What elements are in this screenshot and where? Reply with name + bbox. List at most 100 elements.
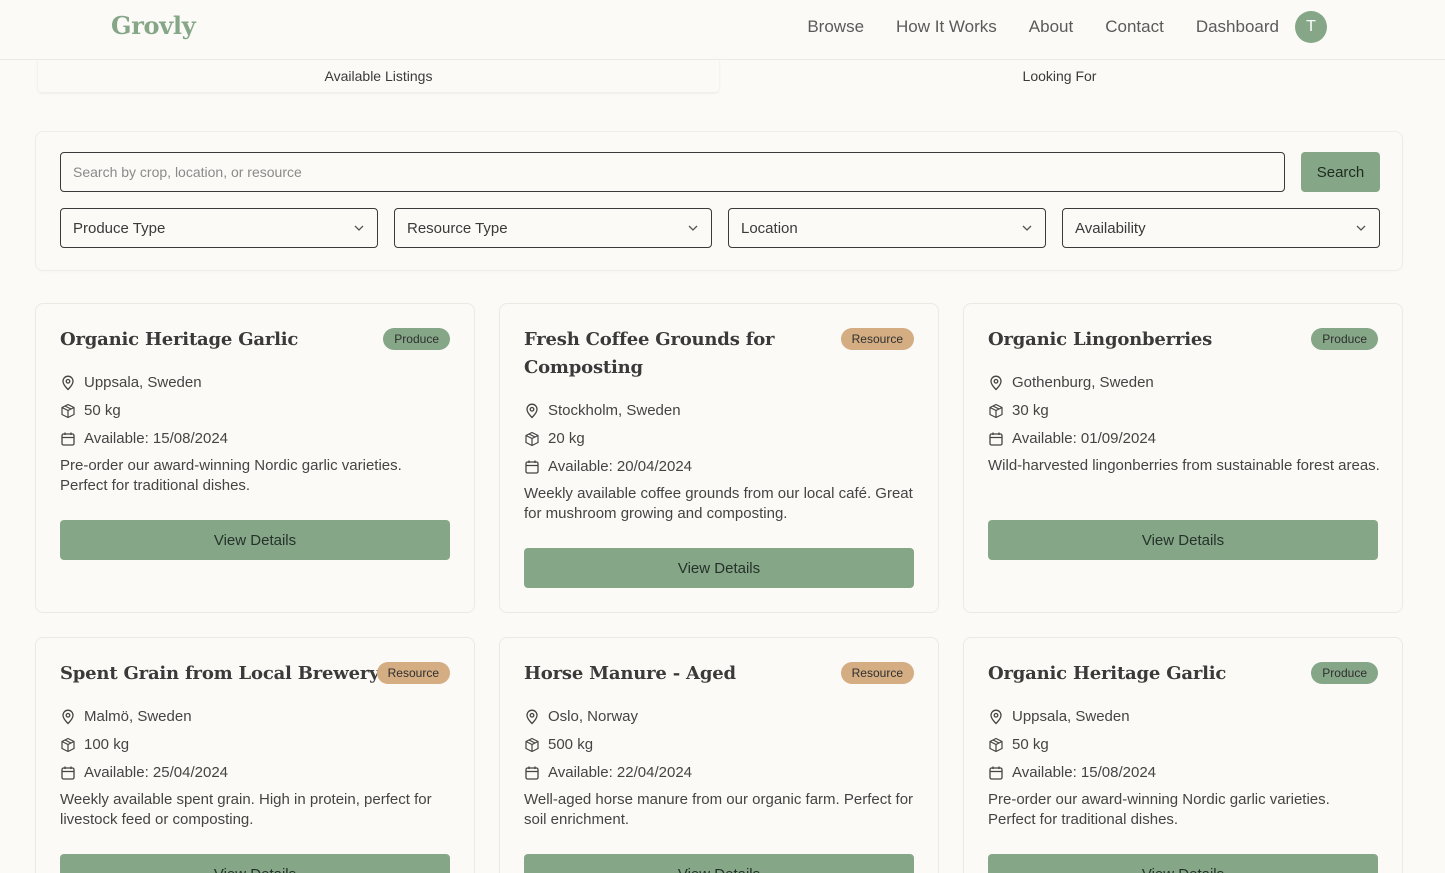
view-details-button[interactable]: View Details xyxy=(988,520,1378,560)
top-header: Grovly Browse How It Works About Contact… xyxy=(0,0,1445,60)
search-input[interactable] xyxy=(60,152,1285,192)
category-badge: Resource xyxy=(840,328,914,350)
tab-available-listings[interactable]: Available Listings xyxy=(38,60,719,92)
listing-card: Organic Lingonberries Produce Gothenburg… xyxy=(963,303,1403,613)
view-details-button[interactable]: View Details xyxy=(524,854,914,873)
listing-quantity: 20 kg xyxy=(524,430,585,447)
package-icon xyxy=(525,737,539,752)
availability-text: Available: 25/04/2024 xyxy=(84,764,229,781)
nav-contact[interactable]: Contact xyxy=(1105,17,1164,37)
calendar-icon xyxy=(61,766,75,780)
location-text: Stockholm, Sweden xyxy=(548,402,681,419)
package-icon xyxy=(61,403,75,418)
location-text: Uppsala, Sweden xyxy=(1012,708,1130,725)
category-badge: Resource xyxy=(840,662,914,684)
map-pin-icon xyxy=(526,403,538,418)
availability-text: Available: 22/04/2024 xyxy=(548,764,693,781)
listing-location: Gothenburg, Sweden xyxy=(988,374,1154,391)
quantity-text: 30 kg xyxy=(1012,402,1049,419)
map-pin-icon xyxy=(990,709,1002,724)
listing-description: Weekly available spent grain. High in pr… xyxy=(60,791,432,828)
calendar-icon xyxy=(525,460,539,474)
listing-availability: Available: 01/09/2024 xyxy=(988,430,1156,447)
view-details-button[interactable]: View Details xyxy=(524,548,914,588)
chevron-down-icon xyxy=(1022,225,1032,231)
quantity-text: 500 kg xyxy=(548,736,594,753)
listing-title: Organic Heritage Garlic xyxy=(60,329,299,350)
chevron-down-icon xyxy=(688,225,698,231)
quantity-text: 50 kg xyxy=(1012,736,1049,753)
calendar-icon xyxy=(61,432,75,446)
listing-title: Organic Lingonberries xyxy=(988,329,1213,350)
category-badge: Resource xyxy=(376,662,450,684)
package-icon xyxy=(989,737,1003,752)
listing-card: Fresh Coffee Grounds for Composting Reso… xyxy=(499,303,939,613)
category-badge: Produce xyxy=(1311,328,1378,350)
availability-select[interactable]: Availability xyxy=(1062,208,1380,248)
location-label: Location xyxy=(741,219,798,237)
listing-availability: Available: 20/04/2024 xyxy=(524,458,692,475)
listing-location: Oslo, Norway xyxy=(524,708,638,725)
listing-quantity: 500 kg xyxy=(524,736,593,753)
view-details-button[interactable]: View Details xyxy=(60,520,450,560)
location-text: Uppsala, Sweden xyxy=(84,374,202,391)
chevron-down-icon xyxy=(1356,225,1366,231)
map-pin-icon xyxy=(62,709,74,724)
availability-label: Availability xyxy=(1075,219,1146,237)
produce-type-select[interactable]: Produce Type xyxy=(60,208,378,248)
listing-availability: Available: 25/04/2024 xyxy=(60,764,228,781)
package-icon xyxy=(989,403,1003,418)
resource-type-label: Resource Type xyxy=(407,219,508,237)
tab-looking-for[interactable]: Looking For xyxy=(719,60,1400,92)
map-pin-icon xyxy=(990,375,1002,390)
nav-how-it-works[interactable]: How It Works xyxy=(896,17,997,37)
map-pin-icon xyxy=(526,709,538,724)
listing-quantity: 30 kg xyxy=(988,402,1049,419)
location-text: Malmö, Sweden xyxy=(84,708,192,725)
listing-card: Organic Heritage Garlic Produce Uppsala,… xyxy=(35,303,475,613)
listing-availability: Available: 22/04/2024 xyxy=(524,764,692,781)
location-select[interactable]: Location xyxy=(728,208,1046,248)
calendar-icon xyxy=(989,766,1003,780)
view-details-button[interactable]: View Details xyxy=(988,854,1378,873)
listing-availability: Available: 15/08/2024 xyxy=(60,430,228,447)
listing-title: Horse Manure - Aged xyxy=(524,663,736,684)
quantity-text: 100 kg xyxy=(84,736,130,753)
listing-description: Pre-order our award-winning Nordic garli… xyxy=(60,457,402,494)
listing-title: Fresh Coffee Grounds for Composting xyxy=(524,329,775,378)
listing-location: Stockholm, Sweden xyxy=(524,402,681,419)
nav-dashboard[interactable]: Dashboard xyxy=(1196,17,1279,37)
nav-browse[interactable]: Browse xyxy=(807,17,864,37)
availability-text: Available: 01/09/2024 xyxy=(1012,430,1157,447)
map-pin-icon xyxy=(62,375,74,390)
listing-description: Well-aged horse manure from our organic … xyxy=(524,791,914,828)
category-badge: Produce xyxy=(1311,662,1378,684)
user-avatar[interactable]: T xyxy=(1295,11,1327,43)
availability-text: Available: 15/08/2024 xyxy=(84,430,229,447)
package-icon xyxy=(61,737,75,752)
listing-location: Uppsala, Sweden xyxy=(60,374,202,391)
quantity-text: 20 kg xyxy=(548,430,585,447)
search-button[interactable]: Search xyxy=(1301,152,1380,192)
produce-type-label: Produce Type xyxy=(73,219,166,237)
listing-description: Weekly available coffee grounds from our… xyxy=(524,485,913,522)
view-details-button[interactable]: View Details xyxy=(60,854,450,873)
listing-quantity: 100 kg xyxy=(60,736,129,753)
listing-quantity: 50 kg xyxy=(988,736,1049,753)
listing-title: Organic Heritage Garlic xyxy=(988,663,1227,684)
location-text: Oslo, Norway xyxy=(548,708,639,725)
calendar-icon xyxy=(989,432,1003,446)
listing-title: Spent Grain from Local Brewery xyxy=(60,663,380,684)
listing-quantity: 50 kg xyxy=(60,402,121,419)
resource-type-select[interactable]: Resource Type xyxy=(394,208,712,248)
listing-description: Pre-order our award-winning Nordic garli… xyxy=(988,791,1330,828)
availability-text: Available: 15/08/2024 xyxy=(1012,764,1157,781)
logo[interactable]: Grovly xyxy=(111,11,196,40)
chevron-down-icon xyxy=(354,225,364,231)
listing-availability: Available: 15/08/2024 xyxy=(988,764,1156,781)
listing-card: Spent Grain from Local Brewery Resource … xyxy=(35,637,475,873)
calendar-icon xyxy=(525,766,539,780)
main-nav: Browse How It Works About Contact Dashbo… xyxy=(775,11,1327,43)
nav-about[interactable]: About xyxy=(1029,17,1073,37)
listing-card: Organic Heritage Garlic Produce Uppsala,… xyxy=(963,637,1403,873)
